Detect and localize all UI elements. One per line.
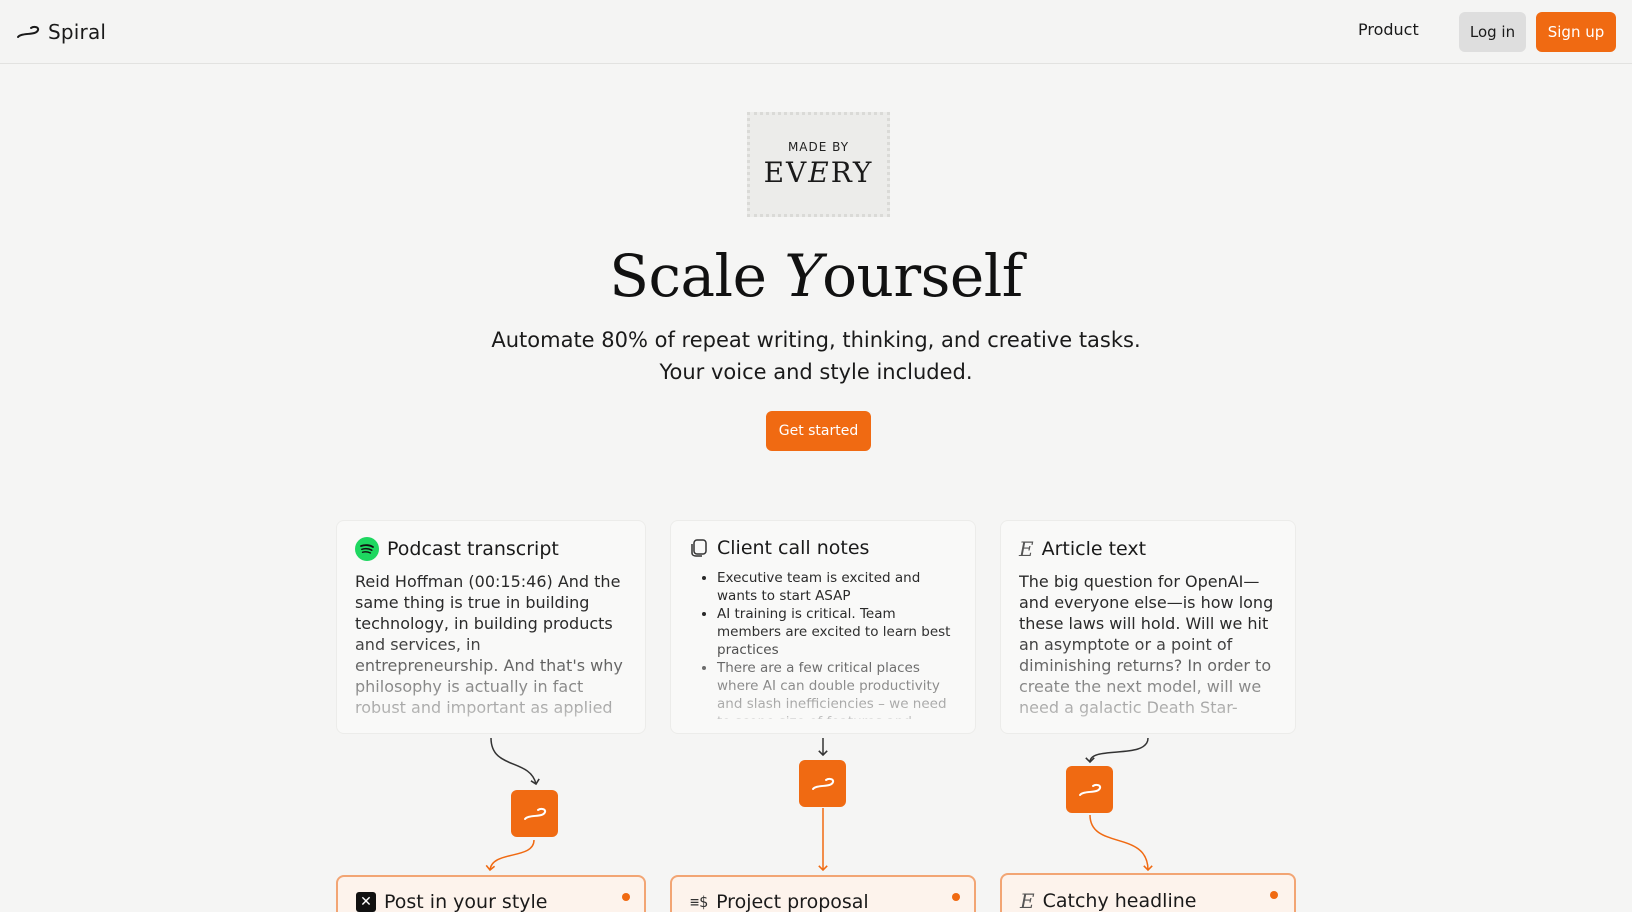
spiral-logo-icon <box>17 25 40 38</box>
list-item: AI training is critical. Team members ar… <box>717 605 957 659</box>
stamp-made-by: MADE BY <box>787 140 850 154</box>
list-item: Executive team is excited and wants to s… <box>717 569 957 605</box>
stamp-every: EVERY <box>763 156 874 189</box>
card-title: Article text <box>1041 538 1147 560</box>
spiral-process-node[interactable] <box>511 790 558 837</box>
card-title: Client call notes <box>717 537 870 559</box>
status-dot <box>622 893 630 901</box>
status-dot <box>952 893 960 901</box>
list-item: There are a few critical places where AI… <box>717 659 957 719</box>
login-button[interactable]: Log in <box>1459 12 1526 52</box>
output-title: Catchy headline <box>1042 890 1197 912</box>
brand-logo[interactable]: Spiral <box>16 18 106 46</box>
input-card-article[interactable]: E Article text The big question for Open… <box>1000 520 1296 734</box>
output-title: Post in your style <box>384 891 548 912</box>
spiral-icon <box>1078 783 1101 796</box>
output-title: Project proposal <box>716 891 869 912</box>
spiral-icon <box>811 777 834 790</box>
proposal-icon: ≡$ <box>690 893 709 911</box>
input-card-podcast[interactable]: Podcast transcript Reid Hoffman (00:15:4… <box>336 520 646 734</box>
get-started-button[interactable]: Get started <box>766 411 871 451</box>
output-card-headline[interactable]: E Catchy headline <box>1000 873 1296 912</box>
every-e-icon: E <box>1019 537 1034 561</box>
x-icon: ✕ <box>356 892 376 912</box>
signup-button[interactable]: Sign up <box>1536 12 1616 52</box>
hero-title: Scale Yourself <box>609 242 1023 310</box>
notes-icon <box>691 539 707 557</box>
output-card-post[interactable]: ✕ Post in your style <box>336 875 646 912</box>
output-card-proposal[interactable]: ≡$ Project proposal <box>670 875 976 912</box>
input-card-call-notes[interactable]: Client call notes Executive team is exci… <box>670 520 976 734</box>
hero-subtitle: Automate 80% of repeat writing, thinking… <box>491 328 1141 384</box>
made-by-every-stamp[interactable]: MADE BY EVERY <box>747 112 890 217</box>
spiral-icon <box>523 807 546 820</box>
brand-name: Spiral <box>48 20 107 44</box>
status-dot <box>1270 891 1278 899</box>
card-text: Reid Hoffman (00:15:46) And the same thi… <box>355 572 623 721</box>
top-nav: Spiral Product Log in Sign up <box>0 0 1632 64</box>
nav-product-link[interactable]: Product <box>1358 20 1419 39</box>
spiral-process-node[interactable] <box>799 760 846 807</box>
card-notes-list: Executive team is excited and wants to s… <box>689 569 957 719</box>
card-title: Podcast transcript <box>387 538 559 560</box>
card-text: The big question for OpenAI—and everyone… <box>1019 572 1274 721</box>
spiral-process-node[interactable] <box>1066 766 1113 813</box>
spotify-icon <box>355 537 379 561</box>
every-e-icon: E <box>1020 889 1035 912</box>
